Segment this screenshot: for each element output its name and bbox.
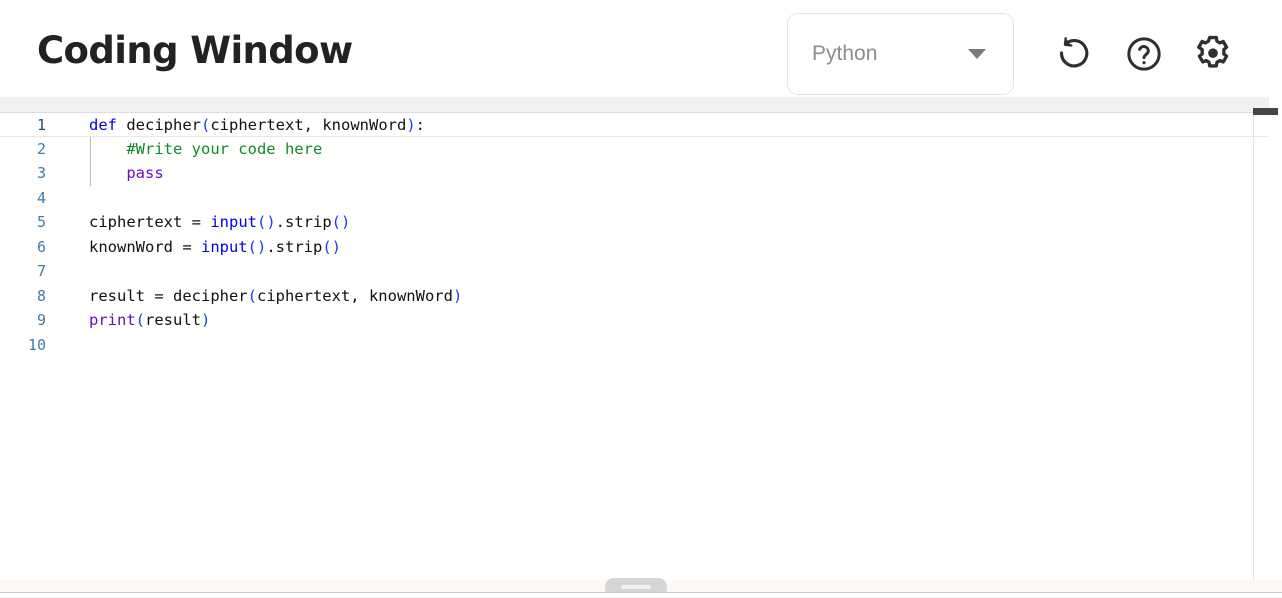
code-token: input — [210, 213, 257, 231]
code-token: result = decipher — [89, 286, 248, 305]
line-content: knownWord = input().strip() — [89, 235, 341, 260]
line-number: 8 — [36, 286, 46, 305]
code-token: print — [89, 311, 136, 329]
code-token: result — [145, 311, 202, 329]
line-content: #Write your code here — [89, 137, 322, 162]
code-token: ciphertext, knownWord — [256, 286, 453, 305]
editor-top-band — [0, 97, 1282, 112]
gear-icon — [1192, 33, 1234, 75]
code-token: ( — [247, 286, 257, 305]
line-number: 4 — [36, 188, 46, 207]
code-line[interactable]: 6 knownWord = input().strip() — [0, 235, 1282, 260]
code-token: pass — [126, 164, 164, 182]
code-line[interactable]: 3 pass — [0, 161, 1282, 186]
code-token: knownWord = — [89, 237, 201, 256]
language-select[interactable]: Python — [787, 13, 1014, 95]
code-token: .strip — [275, 213, 332, 231]
vertical-scrollbar-thumb[interactable] — [1253, 108, 1278, 115]
footer-rest — [0, 593, 1282, 598]
code-token: () — [257, 213, 276, 231]
code-line[interactable]: 4 — [0, 186, 1282, 211]
code-token: () — [247, 237, 267, 256]
reset-button[interactable] — [1051, 31, 1097, 77]
coding-window-app: Coding Window Python 1 def decipher(ciph… — [0, 0, 1282, 598]
code-lines-container[interactable]: 1 def decipher(ciphertext, knownWord): 2 #… — [0, 112, 1282, 581]
code-line[interactable]: 9 print(result) — [0, 308, 1282, 333]
chevron-down-icon — [968, 49, 986, 59]
question-mark-circle-icon — [1124, 34, 1164, 74]
code-token: ( — [135, 311, 146, 329]
line-content: def decipher(ciphertext, knownWord): — [89, 113, 425, 138]
code-editor[interactable]: 1 def decipher(ciphertext, knownWord): 2 #… — [0, 97, 1282, 581]
line-number: 1 — [36, 116, 46, 134]
language-select-value: Python — [812, 42, 878, 65]
code-token: ciphertext = — [89, 213, 211, 231]
code-token: () — [322, 237, 341, 256]
code-line[interactable]: 5 ciphertext = input().strip() — [0, 210, 1282, 235]
line-number: 7 — [36, 262, 46, 280]
code-token: ) — [201, 311, 211, 329]
resize-grip-icon — [621, 585, 651, 589]
code-token: () — [331, 213, 351, 231]
code-token: ( — [201, 116, 211, 134]
code-line[interactable]: 8 result = decipher(ciphertext, knownWord… — [0, 284, 1282, 309]
line-number: 9 — [36, 311, 46, 329]
code-token: .strip — [266, 237, 323, 256]
vertical-scrollbar-track[interactable] — [1269, 97, 1282, 581]
code-token: : — [415, 116, 425, 134]
line-content: ciphertext = input().strip() — [89, 210, 350, 235]
editor-vertical-ruler — [1253, 112, 1254, 581]
line-number: 3 — [36, 164, 46, 182]
code-line[interactable]: 2 #Write your code here — [0, 136, 1282, 162]
code-line[interactable]: 1 def decipher(ciphertext, knownWord): — [0, 112, 1282, 137]
code-token: input — [200, 237, 248, 256]
line-number: 2 — [36, 139, 46, 158]
code-token: ) — [452, 286, 463, 305]
line-number: 6 — [36, 237, 46, 256]
page-title: Coding Window — [37, 29, 353, 72]
reset-circular-arrow-icon — [1054, 34, 1094, 74]
code-token: decipher — [117, 116, 201, 134]
settings-button[interactable] — [1190, 31, 1236, 77]
code-line[interactable]: 7 — [0, 259, 1282, 284]
app-header: Coding Window Python — [0, 0, 1282, 97]
line-number: 5 — [36, 213, 46, 231]
code-token: def — [89, 116, 117, 134]
line-content: pass — [89, 161, 164, 186]
code-token: ciphertext, knownWord — [210, 116, 407, 134]
line-content: result = decipher(ciphertext, knownWord) — [89, 284, 462, 309]
line-number: 10 — [27, 335, 46, 354]
code-line[interactable]: 10 — [0, 333, 1282, 358]
code-token: ) — [406, 116, 416, 134]
line-content: print(result) — [89, 308, 210, 333]
code-token: #Write your code here — [89, 139, 323, 158]
help-button[interactable] — [1121, 31, 1167, 77]
